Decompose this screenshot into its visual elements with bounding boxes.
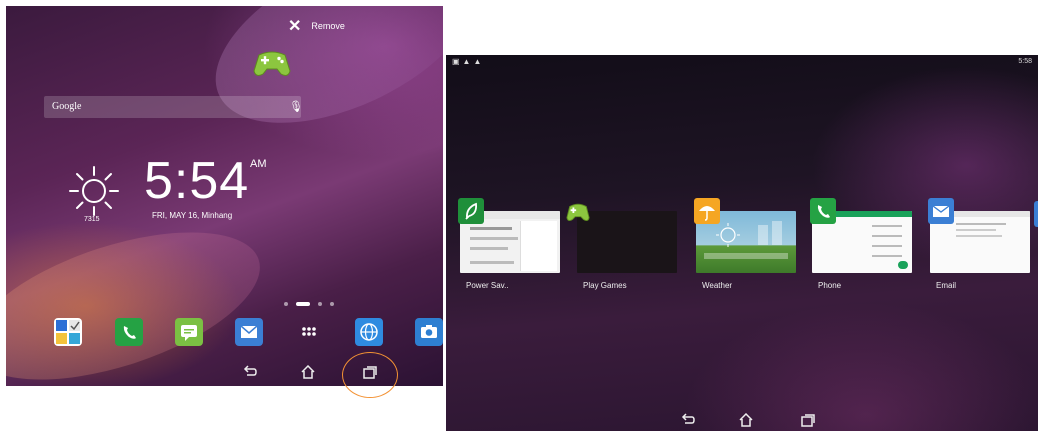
phone-icon[interactable] [115, 318, 143, 346]
temperature: 7315 [84, 216, 100, 223]
app-dock [54, 318, 443, 350]
all-apps-icon[interactable] [295, 318, 323, 346]
email-icon[interactable] [235, 318, 263, 346]
app-label: Email [936, 281, 957, 290]
back-icon[interactable] [680, 413, 696, 427]
home-icon[interactable] [738, 413, 754, 427]
page-indicator [284, 302, 334, 306]
sun-icon [69, 166, 119, 216]
mic-icon[interactable]: 🎙 [289, 96, 303, 118]
status-bar: ▣▲▲ 5:58 [446, 55, 1038, 69]
app-label: Weather [702, 281, 733, 290]
recent-app-card[interactable]: Power Sav.. [458, 198, 560, 290]
page-dot [284, 302, 288, 306]
page-dot [318, 302, 322, 306]
clock-date: FRI, MAY 16, Minhang [152, 211, 233, 220]
power-saver-icon [458, 198, 484, 224]
notification-icons: ▣▲▲ [452, 57, 485, 66]
remove-drop-target[interactable]: ✕ Remove [288, 16, 345, 36]
recent-app-card[interactable]: Phone [810, 198, 912, 290]
calendar-icon[interactable] [54, 318, 82, 346]
recent-app-card-partial[interactable] [1034, 201, 1038, 227]
close-icon: ✕ [288, 18, 302, 35]
weather-icon [694, 198, 720, 224]
recent-app-card[interactable]: Weather [694, 198, 796, 290]
play-games-icon[interactable] [253, 49, 291, 79]
messaging-icon[interactable] [175, 318, 203, 346]
phone-icon [810, 198, 836, 224]
remove-label: Remove [311, 21, 345, 31]
email-icon [928, 198, 954, 224]
wallpaper-streak [6, 202, 278, 386]
app-label: Phone [818, 281, 842, 290]
page-dot [330, 302, 334, 306]
home-icon[interactable] [300, 365, 316, 379]
navigation-bar [446, 411, 1038, 431]
clock-time[interactable]: 5:54 [144, 151, 249, 211]
page-dot-active [296, 302, 310, 306]
browser-icon[interactable] [355, 318, 383, 346]
status-time: 5:58 [1018, 58, 1032, 65]
clock-ampm: AM [250, 158, 267, 170]
recents-highlight-circle [342, 352, 398, 398]
recent-app-card[interactable]: Email [928, 198, 1030, 290]
play-games-icon [566, 203, 590, 221]
home-screen: ✕ Remove Google 🎙 7315 5:54 AM FRI, MAY … [6, 6, 443, 386]
recent-apps-screen: ▣▲▲ 5:58 Power Sav.. Play Games Weather … [446, 55, 1038, 431]
recent-app-card[interactable]: Play Games [566, 203, 677, 290]
camera-icon[interactable] [415, 318, 443, 346]
recents-icon[interactable] [800, 413, 816, 427]
back-icon[interactable] [242, 365, 258, 379]
app-label: Play Games [583, 281, 627, 290]
search-placeholder: Google [52, 101, 82, 112]
google-search-bar[interactable]: Google 🎙 [44, 96, 303, 118]
app-label: Power Sav.. [466, 281, 509, 290]
